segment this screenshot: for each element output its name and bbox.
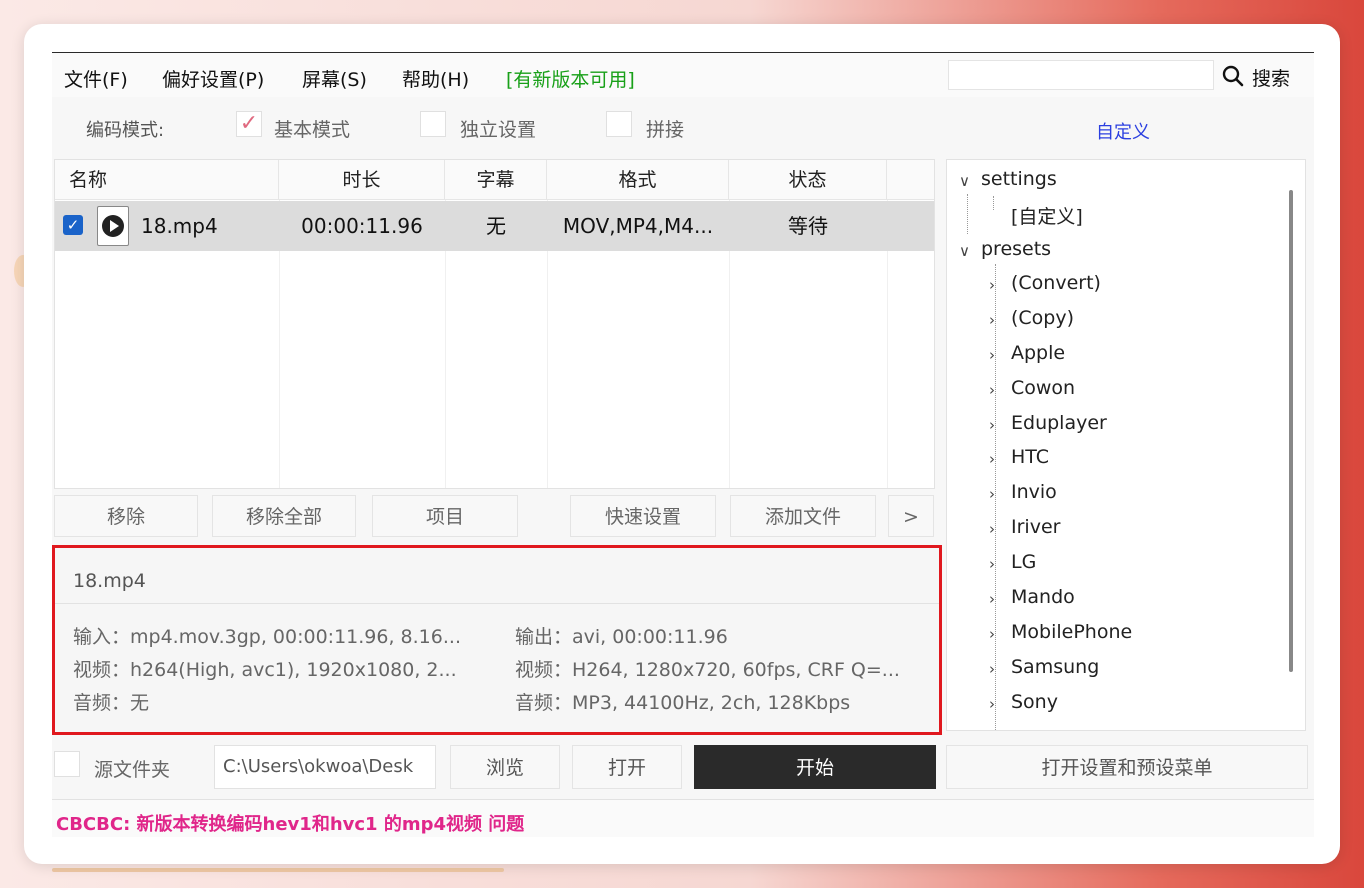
- output-video-info: 视频：H264, 1280x720, 60fps, CRF Q=...: [515, 659, 900, 681]
- search-input[interactable]: [948, 60, 1214, 90]
- output-path-input[interactable]: C:\Users\okwoa\Desk: [214, 745, 436, 789]
- concat-label: 拼接: [646, 119, 685, 141]
- chevron-right-icon[interactable]: ›: [989, 660, 995, 678]
- chevron-right-icon[interactable]: ›: [989, 485, 995, 503]
- chevron-right-icon[interactable]: ›: [989, 416, 995, 434]
- items-button[interactable]: 项目: [372, 495, 518, 537]
- menu-new-version[interactable]: [有新版本可用]: [506, 65, 635, 92]
- table-row[interactable]: ✓ 18.mp4 00:00:11.96 无 MOV,MP4,M4... 等待: [55, 201, 934, 251]
- status-bar: CBCBC: 新版本转换编码hev1和hvc1 的mp4视频 问题: [52, 799, 1314, 837]
- chevron-right-icon[interactable]: ›: [989, 555, 995, 573]
- search-button[interactable]: 搜索: [1252, 64, 1290, 91]
- basic-mode-label: 基本模式: [274, 119, 351, 141]
- tree-node-preset[interactable]: MobilePhone: [1011, 621, 1132, 643]
- custom-link[interactable]: 自定义: [1096, 118, 1150, 144]
- independent-settings-checkbox[interactable]: [420, 111, 446, 137]
- input-video-info: 视频：h264(High, avc1), 1920x1080, 2...: [73, 659, 457, 681]
- tree-node-preset[interactable]: Invio: [1011, 481, 1057, 503]
- chevron-right-icon[interactable]: ›: [989, 520, 995, 538]
- row-subtitle: 无: [486, 214, 506, 238]
- row-duration: 00:00:11.96: [301, 214, 423, 238]
- chevron-right-icon[interactable]: ›: [989, 625, 995, 643]
- chevron-right-icon[interactable]: ›: [989, 276, 995, 294]
- output-audio-info: 音频：MP3, 44100Hz, 2ch, 128Kbps: [515, 692, 851, 714]
- source-folder-checkbox[interactable]: [54, 751, 80, 777]
- file-info-header: 18.mp4: [55, 548, 939, 604]
- concat-checkbox[interactable]: [606, 111, 632, 137]
- chevron-right-icon[interactable]: ›: [989, 346, 995, 364]
- encoding-mode-label: 编码模式:: [86, 120, 165, 141]
- chevron-right-icon[interactable]: ›: [989, 695, 995, 713]
- chevron-down-icon[interactable]: ∨: [959, 242, 970, 260]
- tree-node-preset[interactable]: HTC: [1011, 446, 1049, 468]
- row-status: 等待: [788, 214, 828, 238]
- tree-node-custom[interactable]: [自定义]: [1011, 202, 1083, 229]
- tree-node-preset[interactable]: (Copy): [1011, 307, 1074, 329]
- tree-scrollbar[interactable]: [1289, 190, 1293, 672]
- tree-node-preset[interactable]: Eduplayer: [1011, 412, 1107, 434]
- tree-node-preset[interactable]: Sony: [1011, 691, 1058, 713]
- tree-connector: [995, 264, 996, 730]
- menu-screen[interactable]: 屏幕(S): [302, 65, 367, 92]
- quick-settings-button[interactable]: 快速设置: [570, 495, 716, 537]
- more-button[interactable]: >: [888, 495, 934, 537]
- remove-button[interactable]: 移除: [54, 495, 198, 537]
- menu-bar: 文件(F) 偏好设置(P) 屏幕(S) 帮助(H) [有新版本可用] 搜索: [52, 53, 1314, 97]
- menu-file[interactable]: 文件(F): [64, 65, 128, 92]
- tree-node-preset[interactable]: Apple: [1011, 342, 1065, 364]
- browse-button[interactable]: 浏览: [450, 745, 560, 789]
- file-info-name: 18.mp4: [73, 570, 146, 592]
- chevron-right-icon[interactable]: ›: [989, 311, 995, 329]
- column-header-status[interactable]: 状态: [729, 160, 887, 200]
- check-icon: ✓: [239, 111, 259, 136]
- chevron-right-icon[interactable]: ›: [989, 450, 995, 468]
- tree-node-preset[interactable]: Samsung: [1011, 656, 1099, 678]
- start-button[interactable]: 开始: [694, 745, 936, 789]
- search-icon[interactable]: [1222, 65, 1244, 87]
- basic-mode-checkbox[interactable]: ✓: [236, 111, 262, 137]
- row-checkbox[interactable]: ✓: [63, 215, 83, 235]
- chevron-right-icon[interactable]: ›: [989, 381, 995, 399]
- status-message[interactable]: CBCBC: 新版本转换编码hev1和hvc1 的mp4视频 问题: [56, 810, 524, 836]
- input-info: 输入：mp4.mov.3gp, 00:00:11.96, 8.16...: [73, 626, 461, 648]
- file-table: 名称 时长 字幕 格式 状态 ✓ 18.mp4 00:00:11.96 无 MO…: [54, 159, 935, 489]
- tree-connector: [967, 194, 968, 234]
- column-header-subtitle[interactable]: 字幕: [445, 160, 547, 200]
- column-header-format[interactable]: 格式: [547, 160, 729, 200]
- file-info-panel: 18.mp4 输入：mp4.mov.3gp, 00:00:11.96, 8.16…: [52, 545, 942, 735]
- tree-node-presets[interactable]: presets: [981, 238, 1051, 260]
- preset-tree: ∨ settings [自定义] ∨ presets › (Convert) ›…: [946, 159, 1306, 731]
- tree-node-preset[interactable]: (Convert): [1011, 272, 1101, 294]
- row-name: 18.mp4: [141, 214, 218, 238]
- menu-preferences[interactable]: 偏好设置(P): [162, 65, 264, 92]
- tree-node-preset[interactable]: LG: [1011, 551, 1036, 573]
- column-header-duration[interactable]: 时长: [279, 160, 445, 200]
- table-header: 名称 时长 字幕 格式 状态: [55, 160, 934, 200]
- column-header-name[interactable]: 名称: [55, 160, 279, 200]
- open-button[interactable]: 打开: [572, 745, 682, 789]
- independent-settings-label: 独立设置: [460, 119, 537, 141]
- remove-all-button[interactable]: 移除全部: [212, 495, 356, 537]
- menu-help[interactable]: 帮助(H): [402, 65, 469, 92]
- chevron-down-icon[interactable]: ∨: [959, 172, 970, 190]
- open-settings-menu-button[interactable]: 打开设置和预设菜单: [946, 745, 1308, 789]
- tree-node-settings[interactable]: settings: [981, 168, 1057, 190]
- video-file-icon: [97, 206, 129, 246]
- tree-connector: [993, 196, 994, 210]
- tree-node-preset[interactable]: Cowon: [1011, 377, 1075, 399]
- source-folder-label: 源文件夹: [94, 759, 171, 781]
- output-info: 输出：avi, 00:00:11.96: [515, 626, 728, 648]
- screenshot-card: 文件(F) 偏好设置(P) 屏幕(S) 帮助(H) [有新版本可用] 搜索 编码…: [24, 24, 1340, 864]
- add-file-button[interactable]: 添加文件: [730, 495, 876, 537]
- app-window: 文件(F) 偏好设置(P) 屏幕(S) 帮助(H) [有新版本可用] 搜索 编码…: [52, 52, 1314, 837]
- background-decoration: [52, 868, 504, 872]
- tree-node-preset[interactable]: Iriver: [1011, 516, 1060, 538]
- row-format: MOV,MP4,M4...: [562, 214, 714, 238]
- chevron-right-icon[interactable]: ›: [989, 590, 995, 608]
- input-audio-info: 音频：无: [73, 692, 150, 714]
- tree-node-preset[interactable]: Mando: [1011, 586, 1075, 608]
